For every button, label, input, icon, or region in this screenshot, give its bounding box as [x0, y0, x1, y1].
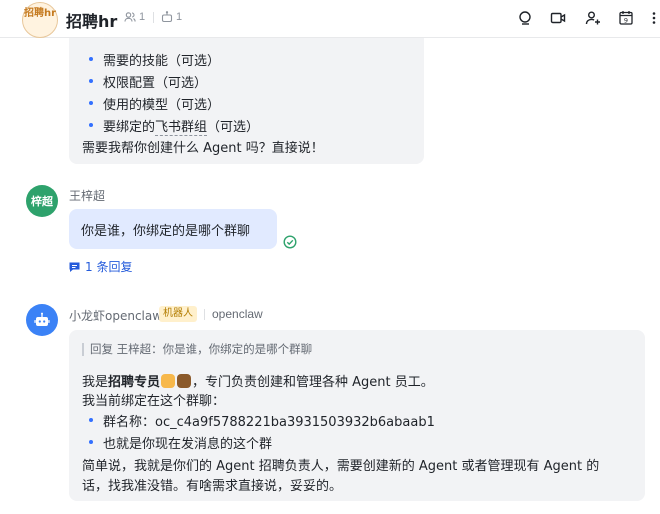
message-line: 我是招聘专员 ，专门负责创建和管理各种 Agent 员工。 [82, 371, 434, 390]
add-member-button[interactable] [584, 9, 602, 27]
message-text: 我是 [82, 375, 109, 390]
calendar-icon: 9 [619, 11, 633, 25]
bullet-dot [89, 57, 93, 61]
sender-name[interactable]: 小龙虾openclaw [69, 307, 162, 324]
list-item: 群名称：oc_c4a9f5788221ba3931503932b6abaab1 [89, 411, 435, 430]
calendar-day: 9 [624, 16, 628, 24]
bullet-dot [89, 101, 93, 105]
bot-source[interactable]: openclaw [212, 307, 263, 321]
briefcase-emoji-icon [177, 374, 192, 388]
role-name-bold: 招聘专员 [108, 375, 161, 390]
bot-icon [161, 11, 173, 23]
list-item: 要绑定的飞书群组（可选） [89, 116, 260, 136]
list-item: 需要的技能（可选） [89, 50, 220, 69]
list-item-text: 权限配置（可选） [103, 76, 208, 91]
list-item: 权限配置（可选） [89, 72, 207, 91]
meta-divider [153, 12, 154, 23]
bot-message-bubble: 回复 王梓超：你是谁，你绑定的是哪个群聊 我是招聘专员 ，专门负责创建和管理各种 … [69, 330, 645, 501]
bot-count-value: 1 [176, 11, 183, 23]
bullet-dot [89, 418, 93, 422]
message-text: 需要我帮你创建什么 Agent 吗？直接说！ [82, 141, 324, 156]
video-icon [550, 12, 566, 24]
calendar-button[interactable]: 9 [617, 9, 635, 27]
list-item-text: 需要的技能（可选） [103, 54, 221, 69]
list-item-text: （可选） [207, 120, 260, 135]
feishu-group-link[interactable]: 飞书群组 [155, 120, 208, 136]
robot-icon [34, 312, 50, 326]
add-member-icon [585, 11, 600, 25]
message-text: 你是谁，你绑定的是哪个群聊 [81, 224, 251, 239]
comment-icon [69, 262, 80, 272]
user-avatar-text: 梓超 [31, 195, 53, 208]
user-message-bubble: 你是谁，你绑定的是哪个群聊 [69, 209, 277, 249]
message-text: 简单说，我就是你们的 Agent 招聘负责人，需要创建新的 Agent 或者管理… [82, 459, 600, 474]
group-avatar[interactable]: 招聘hr [22, 2, 58, 38]
list-item-text: 群名称：oc_c4a9f5788221ba3931503932b6abaab1 [103, 415, 435, 430]
more-icon [652, 12, 656, 24]
list-item: 也就是你现在发消息的这个群 [89, 433, 272, 452]
member-count[interactable]: 1 [124, 11, 145, 23]
list-item: 使用的模型（可选） [89, 94, 220, 113]
bot-avatar[interactable] [26, 304, 58, 336]
bullet-dot [89, 123, 93, 127]
message-text: ，专门负责创建和管理各种 Agent 员工。 [192, 375, 434, 390]
bullet-dot [89, 79, 93, 83]
members-icon [124, 12, 136, 22]
more-button[interactable] [648, 9, 660, 27]
group-title[interactable]: 招聘hr [66, 8, 117, 32]
message-text: 话，找我准没错。有啥需求直接说，妥妥的。 [82, 479, 343, 494]
member-count-value: 1 [139, 11, 146, 23]
person-emoji-icon [161, 374, 176, 388]
search-button[interactable] [517, 9, 535, 27]
read-check-icon [283, 235, 297, 249]
bullet-dot [89, 440, 93, 444]
name-divider [204, 309, 205, 320]
user-avatar[interactable]: 梓超 [26, 185, 58, 217]
sender-name[interactable]: 王梓超 [69, 187, 105, 204]
list-item-text: 也就是你现在发消息的这个群 [103, 437, 273, 452]
thread-reply-link[interactable]: 1 条回复 [68, 258, 132, 275]
message-text: 我当前绑定在这个群聊： [82, 394, 226, 409]
chat-header: 招聘hr 招聘hr 1 1 9 [0, 0, 660, 38]
list-item-text: 使用的模型（可选） [103, 98, 221, 113]
video-call-button[interactable] [549, 9, 567, 27]
search-icon [519, 11, 531, 25]
reply-quote[interactable]: 回复 王梓超：你是谁，你绑定的是哪个群聊 [82, 343, 312, 356]
reply-count: 1 条回复 [85, 260, 133, 274]
bot-count[interactable]: 1 [161, 11, 182, 23]
list-item-text: 要绑定的 [103, 120, 156, 135]
bot-badge: 机器人 [159, 306, 197, 322]
group-avatar-text: 招聘hr [23, 8, 57, 19]
previous-message-bubble: 需要的技能（可选） 权限配置（可选） 使用的模型（可选） 要绑定的飞书群组（可选… [69, 30, 424, 164]
